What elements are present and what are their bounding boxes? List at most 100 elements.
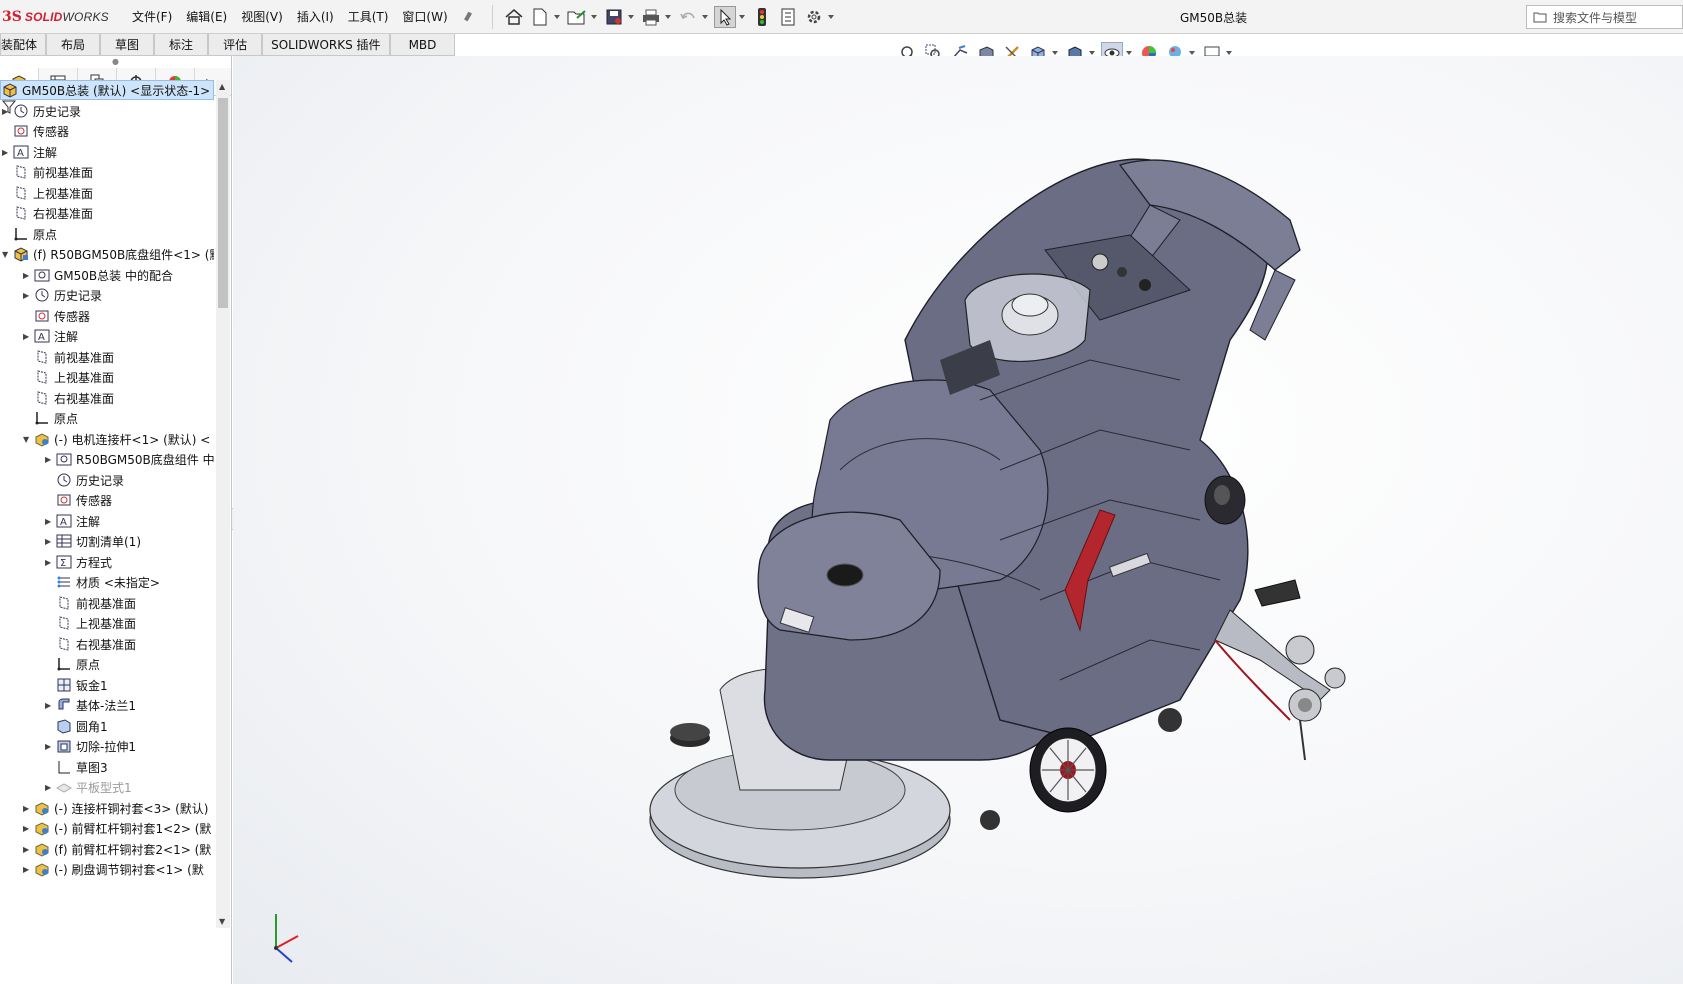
- tree-item[interactable]: ▶ (-) 刷盘调节铜衬套<1> (默: [23, 859, 204, 879]
- expand-arrow-icon[interactable]: ▶: [45, 742, 55, 751]
- tree-item[interactable]: 右视基准面: [2, 203, 93, 223]
- select-pointer-icon[interactable]: [713, 5, 736, 28]
- home-icon[interactable]: [503, 6, 525, 28]
- expand-arrow-icon[interactable]: ▶: [2, 148, 12, 157]
- apply-scene-dropdown-icon[interactable]: [1189, 51, 1195, 55]
- tree-item[interactable]: 前视基准面: [23, 347, 114, 367]
- hide-show-dropdown-icon[interactable]: [1126, 51, 1132, 55]
- file-properties-icon[interactable]: [777, 6, 799, 28]
- select-dropdown-icon[interactable]: [738, 14, 745, 19]
- graphics-area[interactable]: [233, 56, 1683, 984]
- expand-arrow-icon[interactable]: ▶: [2, 107, 12, 116]
- undo-icon[interactable]: [677, 6, 699, 28]
- expand-arrow-icon[interactable]: ▶: [23, 824, 33, 833]
- tree-item[interactable]: ▶ A 注解: [2, 142, 57, 162]
- tree-item[interactable]: ▶ 历史记录: [23, 285, 102, 305]
- search-box[interactable]: 搜索文件与模型: [1526, 5, 1683, 29]
- tree-item[interactable]: ▼ (f) R50BGM50B底盘组件<1> (默: [2, 244, 214, 264]
- scroll-up-arrow-icon[interactable]: ▲: [219, 82, 225, 91]
- view-orientation-dropdown-icon[interactable]: [1052, 51, 1058, 55]
- tree-item[interactable]: ▶ 历史记录: [2, 101, 81, 121]
- panel-grip[interactable]: ●: [0, 56, 231, 68]
- expand-arrow-icon[interactable]: ▶: [45, 517, 55, 526]
- tree-item[interactable]: ▶ (-) 前臂杠杆铜衬套1<2> (默: [23, 818, 211, 838]
- tree-item[interactable]: 传感器: [45, 490, 112, 510]
- tree-item[interactable]: 前视基准面: [45, 593, 136, 613]
- tree-item[interactable]: ▶ 切割清单(1): [45, 531, 141, 551]
- tree-root[interactable]: GM50B总装 (默认) <显示状态-1>: [0, 80, 214, 100]
- expand-arrow-icon[interactable]: ▶: [45, 537, 55, 546]
- expand-arrow-icon[interactable]: ▶: [45, 701, 55, 710]
- tree-item[interactable]: 材质 <未指定>: [45, 572, 160, 592]
- tree-item[interactable]: 原点: [2, 224, 57, 244]
- tree-item[interactable]: 传感器: [23, 306, 90, 326]
- options-gear-icon[interactable]: [803, 6, 825, 28]
- tree-item[interactable]: 右视基准面: [45, 634, 136, 654]
- expand-arrow-icon[interactable]: ▶: [23, 332, 33, 341]
- new-document-icon[interactable]: [529, 6, 551, 28]
- print-dropdown-icon[interactable]: [664, 14, 671, 19]
- tree-item[interactable]: ▶ (f) 前臂杠杆铜衬套2<1> (默: [23, 839, 211, 859]
- menu-insert[interactable]: 插入(I): [297, 8, 334, 25]
- scroll-down-arrow-icon[interactable]: ▼: [219, 917, 225, 926]
- tree-item[interactable]: 圆角1: [45, 716, 108, 736]
- rebuild-icon[interactable]: [751, 6, 773, 28]
- tab-layout[interactable]: 布局: [46, 34, 101, 56]
- tab-sketch[interactable]: 草图: [100, 34, 155, 56]
- menu-file[interactable]: 文件(F): [132, 8, 172, 25]
- tab-assembly[interactable]: 装配体: [0, 34, 47, 56]
- expand-arrow-icon[interactable]: ▶: [45, 455, 55, 464]
- tree-item[interactable]: 上视基准面: [45, 613, 136, 633]
- tree-item[interactable]: 前视基准面: [2, 162, 93, 182]
- solidworks-logo[interactable]: 3S SOLIDWORKS: [0, 0, 118, 34]
- collapse-arrow-icon[interactable]: ▼: [23, 435, 33, 444]
- expand-arrow-icon[interactable]: ▶: [23, 291, 33, 300]
- tree-item[interactable]: ▶ Σ 方程式: [45, 552, 112, 572]
- tree-scrollbar[interactable]: ▲ ▼: [216, 80, 230, 928]
- expand-arrow-icon[interactable]: ▶: [45, 558, 55, 567]
- view-settings-dropdown-icon[interactable]: [1226, 51, 1232, 55]
- scrubber-model-view[interactable]: [233, 56, 1683, 984]
- save-dropdown-icon[interactable]: [627, 14, 634, 19]
- new-dropdown-icon[interactable]: [553, 14, 560, 19]
- tree-item[interactable]: ▼ (-) 电机连接杆<1> (默认) <: [23, 429, 210, 449]
- save-icon[interactable]: [603, 6, 625, 28]
- tree-item[interactable]: 上视基准面: [2, 183, 93, 203]
- tree-item[interactable]: 上视基准面: [23, 367, 114, 387]
- open-dropdown-icon[interactable]: [590, 14, 597, 19]
- menu-view[interactable]: 视图(V): [241, 8, 283, 25]
- tab-mbd[interactable]: MBD: [389, 34, 456, 56]
- tree-item[interactable]: ▶ A 注解: [23, 326, 78, 346]
- tree-item[interactable]: ▶ 平板型式1: [45, 777, 132, 797]
- tree-item[interactable]: 钣金1: [45, 675, 108, 695]
- tree-item[interactable]: ▶ R50BGM50B底盘组件 中: [45, 449, 214, 469]
- undo-dropdown-icon[interactable]: [701, 14, 708, 19]
- tree-item[interactable]: ▶ 基体-法兰1: [45, 695, 136, 715]
- menu-edit[interactable]: 编辑(E): [186, 8, 227, 25]
- expand-arrow-icon[interactable]: ▶: [23, 804, 33, 813]
- tree-item[interactable]: ▶ GM50B总装 中的配合: [23, 265, 173, 285]
- tree-item[interactable]: 原点: [45, 654, 100, 674]
- tree-item[interactable]: ▶ 切除-拉伸1: [45, 736, 136, 756]
- scroll-thumb[interactable]: [218, 98, 228, 308]
- expand-arrow-icon[interactable]: ▶: [45, 783, 55, 792]
- tab-solidworks-addins[interactable]: SOLIDWORKS 插件: [262, 34, 390, 56]
- menu-window[interactable]: 窗口(W): [402, 8, 447, 25]
- collapse-arrow-icon[interactable]: ▼: [2, 250, 12, 259]
- open-document-icon[interactable]: [566, 6, 588, 28]
- print-icon[interactable]: [640, 6, 662, 28]
- expand-arrow-icon[interactable]: ▶: [23, 845, 33, 854]
- options-dropdown-icon[interactable]: [827, 14, 834, 19]
- tab-evaluate[interactable]: 评估: [208, 34, 263, 56]
- tab-markup[interactable]: 标注: [154, 34, 209, 56]
- tree-item[interactable]: 历史记录: [45, 470, 124, 490]
- expand-arrow-icon[interactable]: ▶: [23, 271, 33, 280]
- tree-item[interactable]: 传感器: [2, 121, 69, 141]
- menu-tools[interactable]: 工具(T): [348, 8, 389, 25]
- tree-item[interactable]: ▶ (-) 连接杆铜衬套<3> (默认): [23, 798, 208, 818]
- tree-item[interactable]: 原点: [23, 408, 78, 428]
- tree-item[interactable]: ▶ A 注解: [45, 511, 100, 531]
- pin-icon[interactable]: [462, 10, 474, 24]
- display-style-dropdown-icon[interactable]: [1089, 51, 1095, 55]
- tree-item[interactable]: 草图3: [45, 757, 108, 777]
